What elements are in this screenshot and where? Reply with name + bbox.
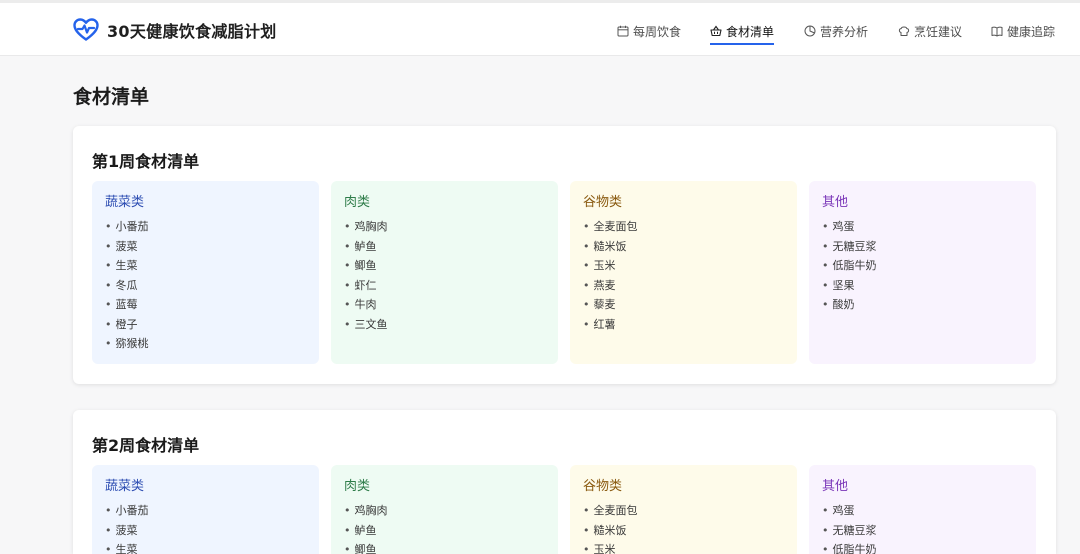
week-title: 第1周食材清单 — [92, 152, 200, 171]
category-name: 肉类 — [344, 195, 371, 210]
list-item: 鸡胸肉 — [344, 217, 545, 237]
list-item: 鸡胸肉 — [344, 501, 545, 521]
category-name: 其他 — [822, 195, 849, 210]
list-item: 牛肉 — [344, 295, 545, 315]
ingredient-list: 鸡蛋 无糖豆浆 低脂牛奶 — [822, 501, 1023, 554]
nav-ingredient-list[interactable]: 食材清单 — [710, 20, 775, 45]
list-item: 鸡蛋 — [822, 217, 1023, 237]
category-name: 蔬菜类 — [105, 479, 145, 494]
week-title: 第2周食材清单 — [92, 436, 200, 455]
list-item: 小番茄 — [105, 217, 306, 237]
list-item: 无糖豆浆 — [822, 237, 1023, 257]
list-item: 生菜 — [105, 256, 306, 276]
list-item: 鲈鱼 — [344, 521, 545, 541]
week-card-1: 第1周食材清单 蔬菜类 小番茄 菠菜 生菜 冬瓜 蓝莓 橙子 猕猴桃 肉类 鸡胸… — [73, 126, 1056, 384]
list-item: 鸡蛋 — [822, 501, 1023, 521]
book-icon — [991, 26, 1003, 37]
ingredient-list: 鸡胸肉 鲈鱼 鲫鱼 — [344, 501, 545, 554]
page-title: 食材清单 — [73, 86, 150, 108]
list-item: 无糖豆浆 — [822, 521, 1023, 541]
nav-label: 食材清单 — [726, 24, 775, 39]
list-item: 橙子 — [105, 315, 306, 335]
week-card-2: 第2周食材清单 蔬菜类 小番茄 菠菜 生菜 肉类 鸡胸肉 鲈鱼 鲫鱼 谷物类 全… — [73, 410, 1056, 554]
nav-label: 烹饪建议 — [914, 24, 963, 39]
list-item: 虾仁 — [344, 276, 545, 296]
list-item: 全麦面包 — [583, 217, 784, 237]
category-vegetables: 蔬菜类 小番茄 菠菜 生菜 冬瓜 蓝莓 橙子 猕猴桃 — [92, 181, 319, 364]
category-other: 其他 鸡蛋 无糖豆浆 低脂牛奶 — [809, 465, 1036, 554]
list-item: 坚果 — [822, 276, 1023, 296]
brand[interactable]: 30天健康饮食减脂计划 — [73, 16, 277, 44]
basket-icon — [710, 25, 722, 37]
list-item: 酸奶 — [822, 295, 1023, 315]
list-item: 菠菜 — [105, 237, 306, 257]
list-item: 糙米饭 — [583, 237, 784, 257]
ingredient-list: 小番茄 菠菜 生菜 — [105, 501, 306, 554]
list-item: 冬瓜 — [105, 276, 306, 296]
heart-pulse-icon — [73, 18, 99, 41]
category-meat: 肉类 鸡胸肉 鲈鱼 鲫鱼 虾仁 牛肉 三文鱼 — [331, 181, 558, 364]
list-item: 鲫鱼 — [344, 256, 545, 276]
active-tab-indicator — [710, 43, 775, 45]
category-name: 谷物类 — [583, 479, 623, 494]
nav-nutrition-analysis[interactable]: 营养分析 — [804, 20, 868, 42]
list-item: 猕猴桃 — [105, 334, 306, 354]
nav-weekly-meals[interactable]: 每周饮食 — [617, 20, 681, 42]
nav-label: 营养分析 — [820, 24, 869, 39]
nav-cooking-tips[interactable]: 烹饪建议 — [898, 20, 962, 42]
category-name: 谷物类 — [583, 195, 623, 210]
category-grains: 谷物类 全麦面包 糙米饭 玉米 燕麦 藜麦 红薯 — [570, 181, 797, 364]
list-item: 低脂牛奶 — [822, 540, 1023, 554]
ingredient-list: 鸡胸肉 鲈鱼 鲫鱼 虾仁 牛肉 三文鱼 — [344, 217, 545, 334]
app-header: 30天健康饮食减脂计划 每周饮食 食材清单 营养分析 烹饪建议 健康追踪 — [0, 3, 1080, 56]
calendar-icon — [617, 25, 629, 37]
category-grains: 谷物类 全麦面包 糙米饭 玉米 — [570, 465, 797, 554]
list-item: 小番茄 — [105, 501, 306, 521]
list-item: 燕麦 — [583, 276, 784, 296]
list-item: 鲫鱼 — [344, 540, 545, 554]
nav-health-tracking[interactable]: 健康追踪 — [991, 20, 1055, 42]
ingredient-list: 小番茄 菠菜 生菜 冬瓜 蓝莓 橙子 猕猴桃 — [105, 217, 306, 354]
app-title: 30天健康饮食减脂计划 — [107, 22, 277, 41]
category-other: 其他 鸡蛋 无糖豆浆 低脂牛奶 坚果 酸奶 — [809, 181, 1036, 364]
ingredient-list: 全麦面包 糙米饭 玉米 燕麦 藜麦 红薯 — [583, 217, 784, 334]
nav-label: 健康追踪 — [1007, 24, 1056, 39]
list-item: 红薯 — [583, 315, 784, 335]
pie-chart-icon — [804, 25, 816, 37]
list-item: 三文鱼 — [344, 315, 545, 335]
chef-hat-icon — [898, 26, 910, 36]
list-item: 玉米 — [583, 256, 784, 276]
list-item: 低脂牛奶 — [822, 256, 1023, 276]
list-item: 生菜 — [105, 540, 306, 554]
list-item: 鲈鱼 — [344, 237, 545, 257]
ingredient-list: 全麦面包 糙米饭 玉米 — [583, 501, 784, 554]
category-meat: 肉类 鸡胸肉 鲈鱼 鲫鱼 — [331, 465, 558, 554]
list-item: 蓝莓 — [105, 295, 306, 315]
main-nav: 每周饮食 食材清单 营养分析 烹饪建议 健康追踪 — [600, 3, 1070, 56]
list-item: 玉米 — [583, 540, 784, 554]
nav-label: 每周饮食 — [633, 24, 682, 39]
category-name: 其他 — [822, 479, 849, 494]
list-item: 全麦面包 — [583, 501, 784, 521]
ingredient-list: 鸡蛋 无糖豆浆 低脂牛奶 坚果 酸奶 — [822, 217, 1023, 315]
list-item: 藜麦 — [583, 295, 784, 315]
list-item: 糙米饭 — [583, 521, 784, 541]
category-vegetables: 蔬菜类 小番茄 菠菜 生菜 — [92, 465, 319, 554]
list-item: 菠菜 — [105, 521, 306, 541]
category-name: 肉类 — [344, 479, 371, 494]
category-name: 蔬菜类 — [105, 195, 145, 210]
